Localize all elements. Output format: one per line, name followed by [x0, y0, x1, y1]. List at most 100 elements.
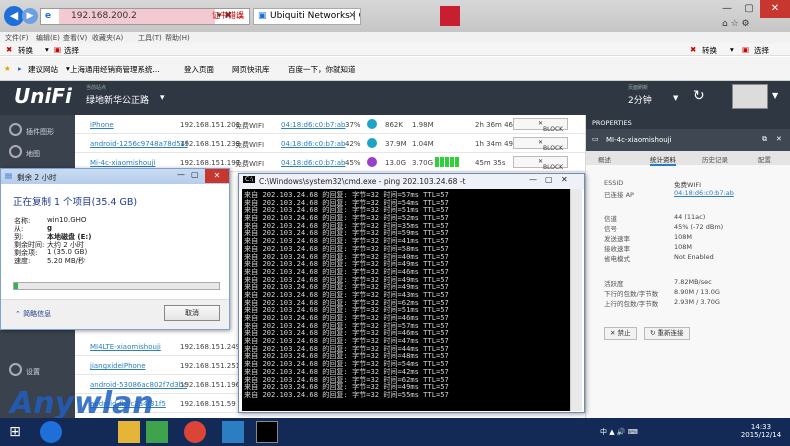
copy-dialog-titlebar[interactable]: ▤ 剩余 2 小时 — ▢ ✕: [1, 169, 229, 184]
cmd-line: 来自 202.103.24.68 的回复: 字节=32 时间=49ms TTL=…: [244, 275, 449, 284]
tab-unifi-clients[interactable]: ▣ Ubiquiti Networks | Clients ✕: [253, 8, 361, 25]
close-button[interactable]: ✕: [561, 175, 568, 184]
fav-login-page[interactable]: 登入页面: [184, 64, 214, 75]
menu-tools[interactable]: 工具(T): [138, 33, 162, 43]
client-mac[interactable]: 04:18:d6:c0:b7:ab: [281, 159, 345, 167]
prop-ap-link[interactable]: 04:18:d6:c0:b7:ab: [674, 189, 734, 197]
app-icon[interactable]: [146, 421, 168, 443]
tab-history[interactable]: 历史记录: [702, 154, 728, 164]
block-button[interactable]: ✕ BLOCK: [513, 137, 568, 152]
convert-button-right[interactable]: 转换: [702, 45, 717, 56]
refresh-interval-select[interactable]: 2分钟: [628, 93, 652, 106]
maximize-button[interactable]: ▢: [738, 0, 760, 18]
client-name[interactable]: Mi-4c-xiaomishouji: [90, 159, 155, 167]
minimize-button[interactable]: —: [529, 175, 537, 184]
nav-map[interactable]: 地图: [0, 143, 75, 163]
dropdown-icon[interactable]: ▾: [45, 45, 49, 54]
clock[interactable]: 14:33 2015/12/14: [736, 423, 786, 439]
home-star-gear-icons[interactable]: ⌂ ☆ ⚙: [722, 19, 750, 29]
fav-baidu[interactable]: 百度一下，你就知道: [288, 64, 356, 75]
select-button-right[interactable]: 选择: [754, 45, 769, 56]
properties-title: PROPERTIES: [586, 115, 790, 129]
tab-cert-error[interactable]: 证书错误: [212, 8, 252, 25]
popout-icon[interactable]: ⧉: [762, 135, 767, 144]
folder-icon: ▤: [5, 171, 13, 180]
menu-view[interactable]: 查看(V): [63, 33, 87, 43]
explorer-icon[interactable]: [118, 421, 140, 443]
cmd-line: 来自 202.103.24.68 的回复: 字节=32 时间=58ms TTL=…: [244, 244, 449, 253]
prop-upload-value: 2.93M / 3.70G: [674, 298, 720, 306]
cmd-output[interactable]: 来自 202.103.24.68 的回复: 字节=32 时间=57ms TTL=…: [242, 189, 570, 411]
fav-gm-dealer[interactable]: 上海通用经销商管理系统...: [70, 64, 160, 75]
reconnect-button[interactable]: ↻ 重新连接: [644, 327, 690, 340]
minimize-button[interactable]: —: [177, 170, 185, 179]
signal-bars: [435, 157, 460, 169]
table-row[interactable]: iPhone 192.168.151.201 免费WIFI 04:18:d6:c…: [75, 115, 585, 134]
close-button[interactable]: ✕: [760, 0, 790, 18]
site-selector[interactable]: 绿地新华公正路: [86, 93, 149, 106]
client-name[interactable]: iPhone: [90, 121, 114, 129]
tab-config[interactable]: 配置: [758, 154, 771, 164]
client-up: 1.04M: [412, 140, 434, 148]
menu-edit[interactable]: 编辑(E): [36, 33, 60, 43]
dropdown-icon-right[interactable]: ▾: [730, 45, 734, 54]
convert-button[interactable]: 转换: [18, 45, 33, 56]
block-client-button[interactable]: ✕ 禁止: [604, 327, 637, 340]
client-mac[interactable]: 04:18:d6:c0:b7:ab: [281, 140, 345, 148]
cmd-line: 来自 202.103.24.68 的回复: 字节=32 时间=46ms TTL=…: [244, 314, 449, 322]
device-icon: ▭: [592, 135, 599, 143]
block-button[interactable]: ✕ BLOCK: [513, 156, 568, 171]
menu-favorites[interactable]: 收藏夹(A): [92, 33, 123, 43]
less-info-toggle[interactable]: ⌃ 简略信息: [15, 309, 51, 319]
cmd-line: 来自 202.103.24.68 的回复: 字节=32 时间=40ms TTL=…: [244, 252, 449, 261]
nav-settings[interactable]: 设置: [0, 361, 75, 381]
cancel-button[interactable]: 取消: [164, 305, 220, 321]
ie-icon[interactable]: [40, 421, 62, 443]
client-name[interactable]: android-1256c9748a78d54f: [90, 140, 188, 148]
copy-progress-bar: [13, 282, 220, 290]
cmd-titlebar[interactable]: C:\ C:\Windows\system32\cmd.exe - ping 2…: [239, 174, 584, 189]
fav-suggested-sites[interactable]: 建议网站: [28, 64, 58, 75]
minimize-button[interactable]: —: [716, 0, 738, 18]
cmd-line: 来自 202.103.24.68 的回复: 字节=32 时间=62ms TTL=…: [244, 298, 449, 307]
system-tray[interactable]: 中 ▲ 🔊 ⌨: [600, 427, 638, 437]
avatar[interactable]: [732, 84, 768, 109]
menu-help[interactable]: 帮助(H): [165, 33, 190, 43]
tab-statistics[interactable]: 统计资料: [650, 154, 676, 166]
client-name[interactable]: MI4LTE-xiaomishouji: [90, 343, 161, 351]
cmd-scrollbar[interactable]: [570, 189, 582, 411]
prop-download-label: 下行的包数/字节数: [604, 290, 659, 298]
maximize-button[interactable]: ▢: [191, 170, 199, 179]
start-icon[interactable]: ⊞: [4, 421, 26, 443]
forward-icon[interactable]: ▶: [22, 8, 38, 24]
properties-tabs: 概述 统计资料 历史记录 配置: [586, 151, 790, 166]
select-button[interactable]: 选择: [64, 45, 79, 56]
chrome-icon[interactable]: [184, 421, 206, 443]
cmd-line: 来自 202.103.24.68 的回复: 字节=32 时间=46ms TTL=…: [244, 329, 449, 338]
user-menu-chevron-icon[interactable]: ▼: [772, 91, 778, 100]
prop-ap-label: 已连接 AP: [604, 191, 634, 199]
table-row[interactable]: android-1256c9748a78d54f 192.168.151.239…: [75, 134, 585, 153]
back-icon[interactable]: ◀: [4, 6, 24, 26]
cmd-icon: C:\: [243, 176, 256, 183]
cmd-taskbar-icon[interactable]: [256, 421, 278, 443]
maximize-button[interactable]: ▢: [545, 175, 553, 184]
tab-close-icon[interactable]: ✕: [348, 9, 356, 24]
app-icon-2[interactable]: [222, 421, 244, 443]
nav-dashboard[interactable]: 插件图形: [0, 121, 75, 141]
menu-file[interactable]: 文件(F): [5, 33, 29, 43]
block-button[interactable]: ✕ BLOCK: [513, 118, 568, 133]
close-button[interactable]: ✕: [205, 169, 229, 183]
prop-channel-value: 44 (11ac): [674, 213, 706, 221]
client-ip: 192.168.151.59: [180, 400, 236, 408]
favorites-star-icon[interactable]: ★: [4, 64, 11, 73]
fav-web-slices[interactable]: 网页快讯库: [232, 64, 270, 75]
client-mac[interactable]: 04:18:d6:c0:b7:ab: [281, 121, 345, 129]
prop-signal-value: 45% (-72 dBm): [674, 223, 724, 231]
refresh-chevron-icon[interactable]: ▼: [673, 94, 678, 102]
client-name[interactable]: jiangxideiPhone: [90, 362, 146, 370]
tab-overview[interactable]: 概述: [598, 154, 611, 164]
chevron-down-icon[interactable]: ▾: [160, 93, 165, 103]
refresh-icon[interactable]: ↻: [693, 88, 705, 104]
close-icon[interactable]: ✕: [776, 135, 782, 143]
